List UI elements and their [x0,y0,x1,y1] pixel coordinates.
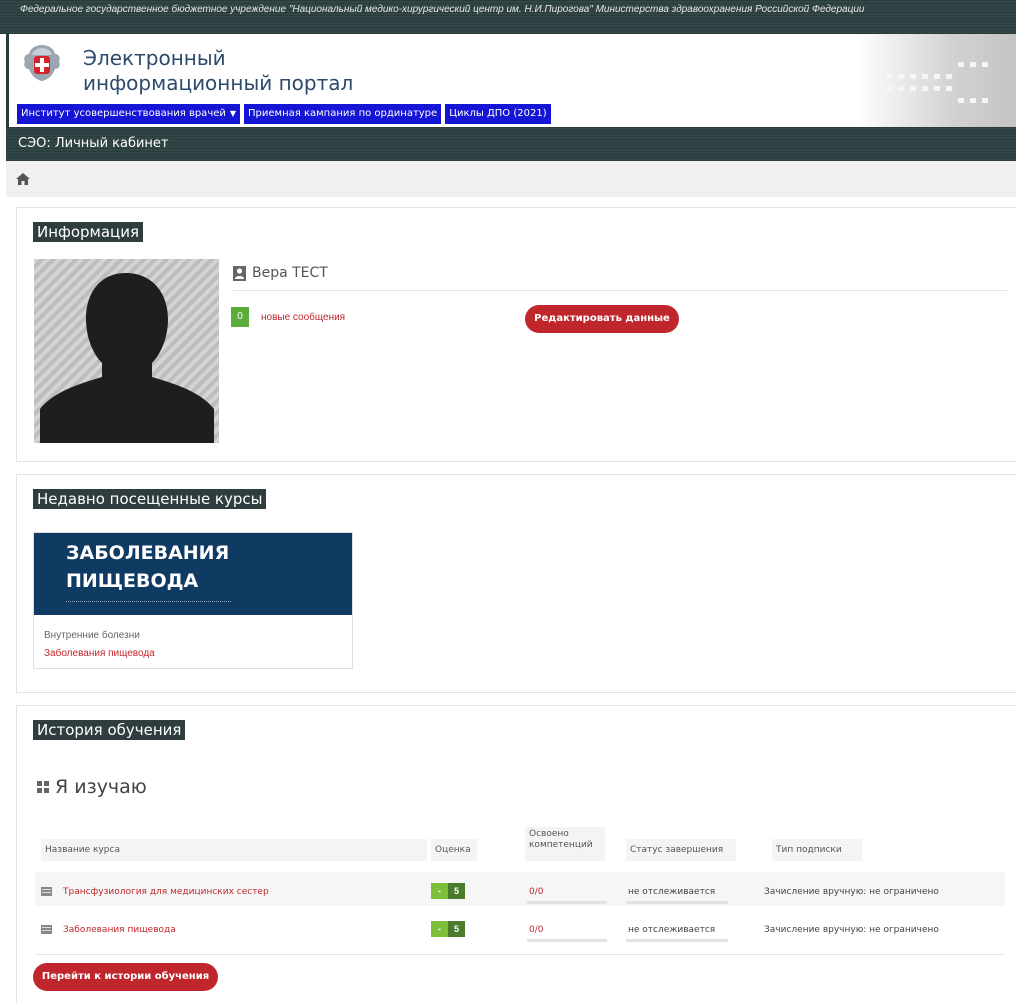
completion-status: не отслеживается [628,925,716,935]
competencies-progress-bar [527,901,607,904]
column-header-grade[interactable]: Оценка [431,839,477,861]
nav-item-label: Приемная кампания по ординатуре [248,108,438,119]
grid-icon [37,781,49,793]
ministry-emblem-icon[interactable] [21,42,63,84]
course-category: Внутренние болезни [44,630,140,641]
subscription-type: Зачисление вручную: не ограничено [764,925,939,935]
status-progress-bar [626,939,728,942]
user-card-icon [233,265,246,281]
org-banner: Федеральное государственное бюджетное уч… [0,0,1016,34]
studying-heading-text: Я изучаю [55,776,147,798]
site-title[interactable]: Электронный информационный портал [83,46,383,96]
divider [35,954,1005,955]
user-silhouette-icon [40,273,214,443]
column-header-competencies[interactable]: Освоено компетенций [525,827,605,861]
column-header-subscription[interactable]: Тип подписки [772,839,862,861]
competencies-progress-bar [527,939,607,942]
home-icon[interactable] [16,173,30,185]
learning-history-card: История обучения Я изучаю Название курса… [16,705,1016,1003]
course-link[interactable]: Заболевания пищевода [44,648,155,659]
nav-item-institute[interactable]: Институт усовершенствования врачей ▼ [17,104,241,124]
go-to-history-button[interactable]: Перейти к истории обучения [33,963,218,991]
grade-badge: - 5 [431,921,465,937]
site-header: Электронный информационный портал Инстит… [6,34,1016,127]
nav-item-dpo-cycles[interactable]: Циклы ДПО (2021) [445,104,551,124]
grade-badge: - 5 [431,883,465,899]
course-name-link[interactable]: Заболевания пищевода [63,925,176,935]
new-messages-link[interactable]: новые сообщения [261,312,345,323]
recent-courses-card: Недавно посещенные курсы ЗАБОЛЕВАНИЯ ПИЩ… [16,474,1016,693]
course-tile-banner[interactable]: ЗАБОЛЕВАНИЯ ПИЩЕВОДА [34,533,352,615]
nav-item-label: Циклы ДПО (2021) [449,108,547,119]
nav-item-label: Институт усовершенствования врачей [21,108,226,119]
user-name-row: Вера ТЕСТ [233,265,328,281]
grade-max: 5 [448,921,465,937]
user-avatar[interactable] [34,259,219,443]
edit-profile-button[interactable]: Редактировать данные [525,305,679,333]
course-tile[interactable]: ЗАБОЛЕВАНИЯ ПИЩЕВОДА Внутренние болезни … [33,532,353,669]
course-tile-title: ЗАБОЛЕВАНИЯ ПИЩЕВОДА [66,542,230,592]
divider [66,601,231,602]
course-icon [41,925,52,934]
header-building-image [856,34,1016,127]
studying-heading: Я изучаю [37,776,147,798]
info-card: Информация Вера ТЕСТ 0 новые сообщения Р… [16,207,1016,462]
grade-value: - [431,883,448,899]
info-section-title: Информация [33,222,144,242]
completion-status: не отслеживается [628,887,716,897]
org-banner-text: Федеральное государственное бюджетное уч… [20,4,865,15]
page-header-bar: СЭО: Личный кабинет [6,127,1016,161]
divider [233,290,1007,291]
column-header-course[interactable]: Название курса [41,839,427,861]
main-nav: Институт усовершенствования врачей ▼ Прие… [17,104,551,124]
grade-value: - [431,921,448,937]
breadcrumb [6,161,1016,197]
caret-down-icon: ▼ [229,109,237,118]
column-header-status[interactable]: Статус завершения [626,839,736,861]
competencies-value[interactable]: 0/0 [529,925,543,935]
grade-max: 5 [448,883,465,899]
nav-item-admission[interactable]: Приемная кампания по ординатуре [244,104,442,124]
messages-count-badge[interactable]: 0 [231,307,249,327]
status-progress-bar [626,901,728,904]
recent-courses-title: Недавно посещенные курсы [33,489,267,509]
subscription-type: Зачисление вручную: не ограничено [764,887,939,897]
page-title: СЭО: Личный кабинет [18,136,169,151]
course-icon [41,887,52,896]
competencies-value[interactable]: 0/0 [529,887,543,897]
course-name-link[interactable]: Трансфузиология для медицинских сестер [63,887,269,897]
user-name[interactable]: Вера ТЕСТ [252,265,328,281]
learning-history-title: История обучения [33,720,186,740]
